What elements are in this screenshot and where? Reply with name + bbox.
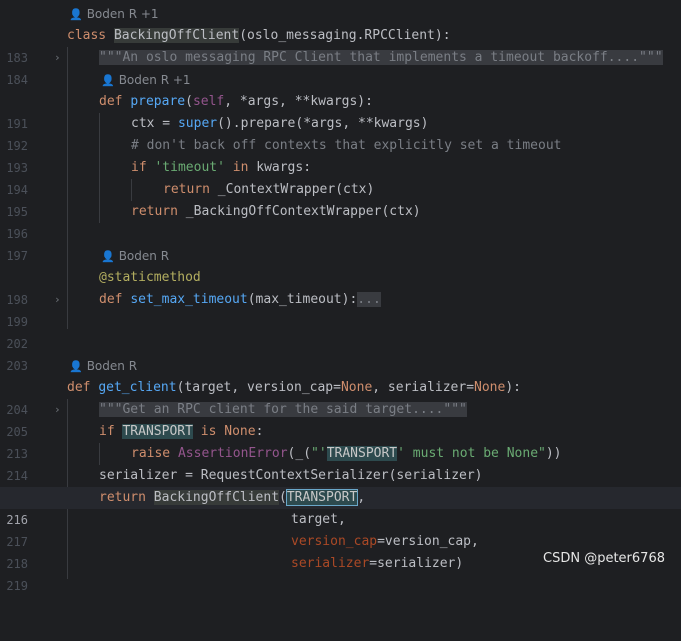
- code-text: version_cap=version_cap,: [291, 534, 479, 549]
- code-author-hint[interactable]: 👤 Boden R: [101, 245, 169, 267]
- person-icon: 👤: [101, 250, 115, 263]
- code-text: return BackingOffClient(TRANSPORT,: [99, 489, 366, 506]
- code-line[interactable]: 196 return _BackingOffContextWrapper(ctx…: [0, 201, 681, 241]
- code-text: def set_max_timeout(max_timeout):...: [99, 292, 381, 307]
- code-author-hint[interactable]: 👤 Boden R +1: [101, 69, 191, 91]
- line-number: 203: [6, 359, 28, 373]
- code-line[interactable]: 214 raise AssertionError(_("'TRANSPORT' …: [0, 443, 681, 483]
- code-editor[interactable]: 👤 Boden R +1 183 class BackingOffClient(o…: [0, 0, 681, 593]
- code-text: class BackingOffClient(oslo_messaging.RP…: [67, 28, 451, 43]
- watermark: CSDN @peter6768: [543, 551, 665, 566]
- code-line[interactable]: 217 target,: [0, 509, 681, 549]
- code-text: def prepare(self, *args, **kwargs):: [99, 94, 373, 109]
- code-author-hint[interactable]: 👤 Boden R: [69, 355, 137, 377]
- person-icon: 👤: [69, 8, 83, 21]
- code-line[interactable]: 194 if 'timeout' in kwargs:: [0, 157, 681, 197]
- code-line[interactable]: 197: [0, 223, 681, 263]
- code-text: @staticmethod: [99, 270, 201, 285]
- fold-chevron-icon[interactable]: ›: [54, 289, 64, 311]
- code-line[interactable]: 204 def get_client(target, version_cap=N…: [0, 377, 681, 417]
- person-icon: 👤: [101, 74, 115, 87]
- code-text: ctx = super().prepare(*args, **kwargs): [131, 116, 429, 131]
- code-text: """Get an RPC client for the said target…: [99, 402, 467, 417]
- code-text: return _BackingOffContextWrapper(ctx): [131, 204, 421, 219]
- code-line[interactable]: 191 def prepare(self, *args, **kwargs):: [0, 91, 681, 131]
- fold-chevron-icon[interactable]: ›: [54, 399, 64, 421]
- caret-symbol[interactable]: TRANSPORT: [285, 489, 359, 506]
- code-text: serializer=serializer): [291, 556, 464, 571]
- code-text: def get_client(target, version_cap=None,…: [67, 380, 521, 395]
- code-line[interactable]: 198 @staticmethod: [0, 267, 681, 307]
- code-text: # don't back off contexts that explicitl…: [131, 138, 562, 153]
- code-line[interactable]: 215 serializer = RequestContextSerialize…: [0, 465, 681, 505]
- code-line[interactable]: 213 if TRANSPORT is None:: [0, 421, 681, 461]
- code-line[interactable]: 193 # don't back off contexts that expli…: [0, 135, 681, 175]
- fold-chevron-icon[interactable]: ›: [54, 47, 64, 69]
- code-line-current[interactable]: 216 return BackingOffClient(TRANSPORT,: [0, 487, 681, 527]
- code-text: target,: [291, 512, 346, 527]
- code-line[interactable]: 199 › def set_max_timeout(max_timeout):.…: [0, 289, 681, 329]
- code-text: if TRANSPORT is None:: [99, 424, 264, 439]
- code-line[interactable]: 195 return _ContextWrapper(ctx): [0, 179, 681, 219]
- code-line[interactable]: 203: [0, 333, 681, 373]
- code-line[interactable]: 184 › """An oslo messaging RPC Client th…: [0, 47, 681, 87]
- code-line[interactable]: 192 ctx = super().prepare(*args, **kwarg…: [0, 113, 681, 153]
- code-text: serializer = RequestContextSerializer(se…: [99, 468, 483, 483]
- code-line[interactable]: 202: [0, 311, 681, 351]
- code-text: if 'timeout' in kwargs:: [131, 160, 312, 175]
- code-line[interactable]: 183 class BackingOffClient(oslo_messagin…: [0, 25, 681, 65]
- line-number: 197: [6, 249, 28, 263]
- code-text: raise AssertionError(_("'TRANSPORT' must…: [131, 446, 562, 461]
- person-icon: 👤: [69, 360, 83, 373]
- code-author-hint[interactable]: 👤 Boden R +1: [69, 3, 159, 25]
- code-line[interactable]: 218 version_cap=version_cap,: [0, 531, 681, 571]
- code-text: """An oslo messaging RPC Client that imp…: [99, 50, 663, 65]
- code-text: return _ContextWrapper(ctx): [163, 182, 375, 197]
- code-line[interactable]: 205 › """Get an RPC client for the said …: [0, 399, 681, 439]
- folded-code-placeholder[interactable]: ...: [357, 292, 381, 307]
- line-number: 184: [6, 73, 28, 87]
- line-number: 219: [6, 579, 28, 593]
